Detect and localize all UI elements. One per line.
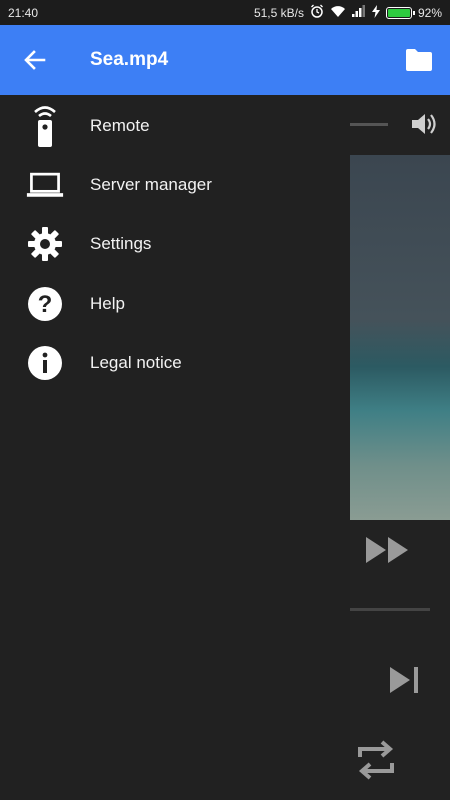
drawer-item-label: Help bbox=[90, 293, 125, 313]
remote-icon bbox=[26, 105, 64, 147]
progress-seek-bar[interactable] bbox=[350, 608, 430, 611]
battery-percent: 92% bbox=[417, 5, 442, 20]
battery-icon bbox=[385, 6, 415, 19]
fast-forward-icon[interactable] bbox=[364, 535, 412, 565]
svg-text:?: ? bbox=[38, 291, 53, 318]
help-icon: ? bbox=[26, 285, 64, 323]
page-title: Sea.mp4 bbox=[90, 49, 169, 70]
drawer-item-legal-notice[interactable]: Legal notice bbox=[0, 333, 350, 392]
navigation-drawer: Remote Server manager Settings ? Help Le… bbox=[0, 95, 350, 800]
volume-icon[interactable] bbox=[410, 111, 438, 137]
signal-icon bbox=[351, 5, 366, 20]
info-icon bbox=[26, 344, 64, 382]
laptop-icon bbox=[26, 166, 64, 204]
app-bar: Sea.mp4 bbox=[0, 25, 450, 95]
drawer-item-help[interactable]: ? Help bbox=[0, 274, 350, 333]
drawer-item-label: Settings bbox=[90, 233, 152, 253]
drawer-item-settings[interactable]: Settings bbox=[0, 214, 350, 273]
drawer-item-label: Server manager bbox=[90, 174, 212, 194]
drawer-item-server-manager[interactable]: Server manager bbox=[0, 155, 350, 214]
alarm-icon bbox=[310, 4, 324, 21]
status-time: 21:40 bbox=[8, 5, 39, 20]
drawer-item-remote[interactable]: Remote bbox=[0, 96, 350, 155]
status-bar: 21:40 51,5 kB/s 92% bbox=[0, 0, 450, 25]
video-player bbox=[350, 95, 450, 800]
wifi-icon bbox=[330, 5, 346, 21]
network-speed: 51,5 kB/s bbox=[253, 5, 304, 20]
gear-icon bbox=[26, 225, 64, 263]
skip-next-icon[interactable] bbox=[388, 665, 422, 695]
top-seek-bar[interactable] bbox=[350, 123, 388, 126]
charging-icon bbox=[371, 4, 380, 21]
arrow-back-icon[interactable] bbox=[22, 47, 48, 73]
folder-icon[interactable] bbox=[405, 48, 433, 72]
drawer-item-label: Legal notice bbox=[90, 352, 182, 372]
video-frame[interactable] bbox=[350, 155, 450, 520]
drawer-item-label: Remote bbox=[90, 115, 150, 135]
repeat-icon[interactable] bbox=[352, 735, 400, 785]
